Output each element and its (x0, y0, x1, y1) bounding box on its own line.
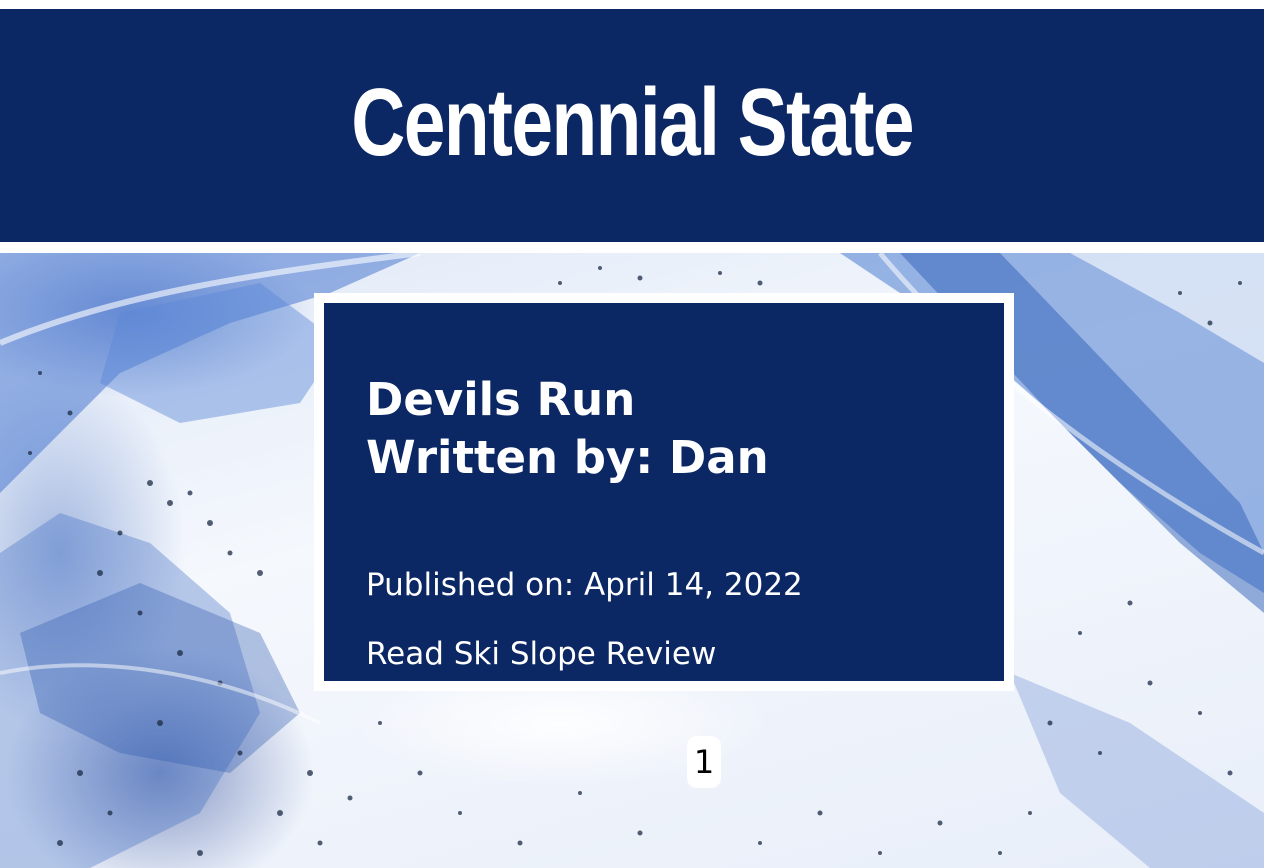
read-review-link[interactable]: Read Ski Slope Review (366, 634, 716, 674)
site-header: Centennial State (0, 9, 1264, 242)
review-author: Written by: Dan (366, 431, 769, 484)
review-title: Devils Run (366, 373, 636, 426)
page: Centennial State Devils Run Written by: … (0, 0, 1264, 868)
review-card: Devils Run Written by: Dan Published on:… (314, 293, 1014, 691)
review-card-content: Devils Run Written by: Dan Published on:… (324, 303, 1004, 681)
published-date: Published on: April 14, 2022 (366, 567, 803, 603)
pagination-current-page[interactable]: 1 (687, 736, 721, 788)
site-title: Centennial State (351, 68, 914, 176)
